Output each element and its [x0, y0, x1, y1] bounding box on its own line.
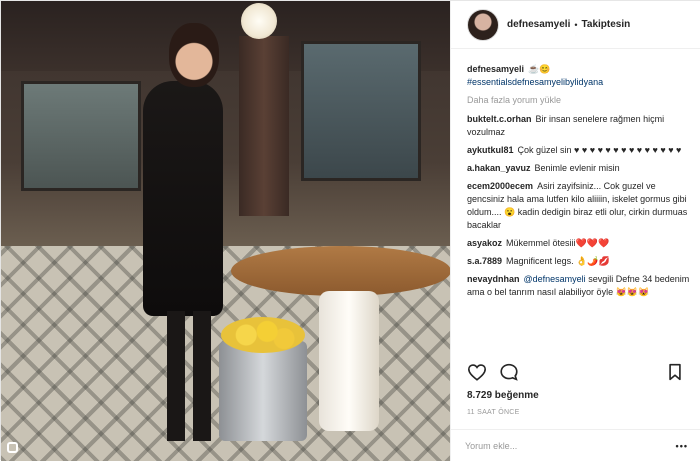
photo-lamp — [241, 3, 277, 39]
instagram-post-window: defnesamyeli • Takiptesin defnesamyeli ☕😊… — [0, 0, 700, 461]
add-comment-input[interactable]: Yorum ekle... — [465, 441, 676, 451]
comment-username[interactable]: ecem2000ecem — [467, 181, 533, 191]
post-photo[interactable] — [1, 1, 450, 461]
comment-username[interactable]: buktelt.c.orhan — [467, 114, 532, 124]
caption-username[interactable]: defnesamyeli — [467, 64, 524, 74]
photo-window-left — [21, 81, 141, 191]
caption-emoji: ☕😊 — [528, 64, 551, 74]
comments-list: defnesamyeli ☕😊 #essentialsdefnesamyeliby… — [467, 63, 693, 304]
caption-hashtag[interactable]: #essentialsdefnesamyelibylidyana — [467, 77, 603, 87]
comment-username[interactable]: aykutkul81 — [467, 145, 514, 155]
post-side-panel: defnesamyeli • Takiptesin defnesamyeli ☕😊… — [450, 1, 700, 461]
more-options-icon[interactable]: ••• — [676, 441, 688, 451]
comment-item: a.hakan_yavuz Benimle evlenir misin — [467, 162, 693, 175]
follow-status[interactable]: Takiptesin — [582, 19, 631, 30]
comment-username[interactable]: s.a.7889 — [467, 256, 502, 266]
photo-person-body — [143, 81, 223, 316]
add-comment-bar: Yorum ekle... ••• — [451, 429, 700, 461]
heart-outline-icon[interactable] — [467, 363, 487, 383]
photo-window-right — [301, 41, 421, 181]
post-timestamp: 11 SAAT ÖNCE — [467, 409, 520, 416]
comment-item: s.a.7889 Magnificent legs. 👌🌶️💋 — [467, 255, 693, 268]
instagram-corner-icon — [7, 442, 18, 453]
bookmark-icon[interactable] — [667, 363, 683, 383]
comment-item: asyakoz Mükemmel ötesiii❤️❤️❤️ — [467, 237, 693, 250]
photo-table-top — [231, 246, 450, 296]
header-separator: • — [574, 19, 578, 30]
likes-count[interactable]: 8.729 beğenme — [467, 390, 539, 401]
comment-item: nevaydnhan @defnesamyeli sevgili Defne 34… — [467, 273, 693, 299]
photo-table-leg — [319, 291, 379, 431]
caption: defnesamyeli ☕😊 #essentialsdefnesamyeliby… — [467, 63, 693, 89]
comment-bubble-icon[interactable] — [499, 363, 519, 383]
comment-item: ecem2000ecem Asiri zayifsiniz... Cok guze… — [467, 180, 693, 232]
comment-username[interactable]: nevaydnhan — [467, 274, 520, 284]
comment-text: Magnificent legs. 👌🌶️💋 — [506, 256, 610, 266]
comment-username[interactable]: a.hakan_yavuz — [467, 163, 531, 173]
comment-text: Çok güzel sin ♥ ♥ ♥ ♥ ♥ ♥ ♥ ♥ ♥ ♥ ♥ ♥ ♥ … — [517, 145, 682, 155]
comment-text: Mükemmel ötesiii❤️❤️❤️ — [506, 238, 610, 248]
avatar[interactable] — [467, 8, 499, 41]
photo-lemons — [221, 317, 305, 353]
comment-mention[interactable]: @defnesamyeli — [524, 274, 586, 284]
comment-username[interactable]: asyakoz — [467, 238, 502, 248]
post-header: defnesamyeli • Takiptesin — [451, 1, 700, 49]
photo-person-head — [169, 23, 219, 87]
comment-item: buktelt.c.orhan Bir insan senelere rağmen… — [467, 113, 693, 139]
post-actions — [467, 363, 687, 383]
photo-pot — [219, 341, 307, 441]
comment-text: Benimle evlenir misin — [534, 163, 620, 173]
photo-curtain — [239, 36, 289, 216]
photo-person-legs — [167, 311, 211, 441]
header-username[interactable]: defnesamyeli — [507, 19, 570, 30]
load-more-comments[interactable]: Daha fazla yorum yükle — [467, 95, 693, 105]
comment-item: aykutkul81 Çok güzel sin ♥ ♥ ♥ ♥ ♥ ♥ ♥ ♥ … — [467, 144, 693, 157]
